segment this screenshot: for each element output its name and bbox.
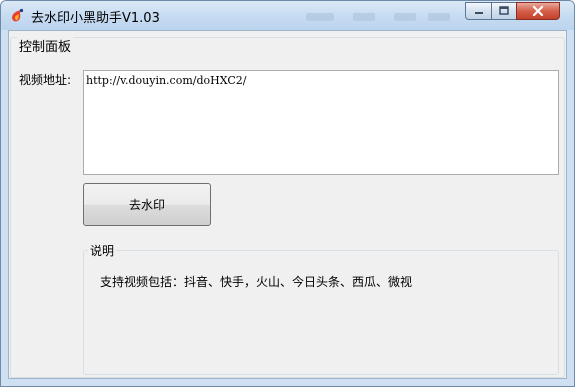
title-bar-decoration <box>428 13 450 21</box>
remove-watermark-button[interactable]: 去水印 <box>83 183 211 226</box>
title-bar-decoration <box>394 13 416 21</box>
supported-platforms-text: 支持视频包括：抖音、快手，火山、今日头条、西瓜、微视 <box>100 275 413 289</box>
window-title: 去水印小黑助手V1.03 <box>31 11 160 26</box>
info-group: 说明 支持视频包括：抖音、快手，火山、今日头条、西瓜、微视 <box>83 242 559 375</box>
video-url-label: 视频地址: <box>19 73 72 87</box>
title-bar-decoration <box>353 13 375 21</box>
minimize-button[interactable] <box>465 2 492 20</box>
info-title: 说明 <box>88 242 117 259</box>
control-panel-title: 控制面板 <box>17 36 74 55</box>
title-bar-decoration <box>306 13 334 21</box>
client-area: 控制面板 视频地址: http://v.douyin.com/doHXC2/ 去… <box>8 30 567 379</box>
close-button[interactable] <box>516 2 560 20</box>
close-icon <box>517 3 559 19</box>
video-url-input[interactable]: http://v.douyin.com/doHXC2/ <box>83 70 559 175</box>
minimize-icon <box>466 3 491 19</box>
app-icon <box>8 7 26 25</box>
app-window: 去水印小黑助手V1.03 控制面板 视频地址: http://v.douyin.… <box>0 0 575 387</box>
title-bar[interactable]: 去水印小黑助手V1.03 <box>1 1 574 30</box>
control-panel-group: 控制面板 视频地址: http://v.douyin.com/doHXC2/ 去… <box>10 36 565 378</box>
maximize-icon <box>492 3 516 19</box>
maximize-button[interactable] <box>491 2 517 20</box>
